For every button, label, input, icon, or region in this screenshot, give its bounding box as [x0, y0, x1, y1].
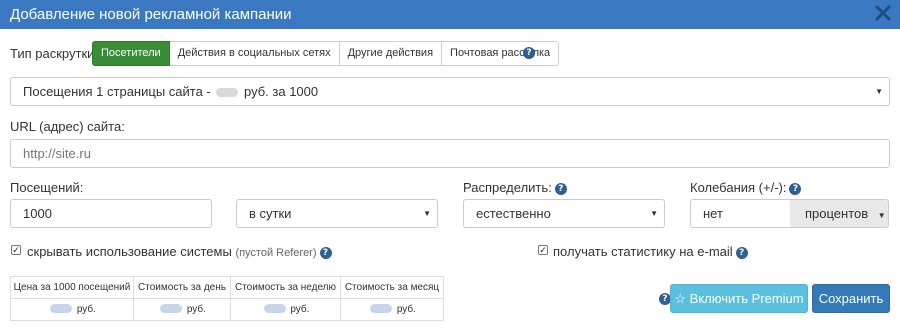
email-stats-checkbox[interactable]: ✓ [538, 245, 548, 255]
price-unit: руб. [186, 304, 206, 315]
fluctuation-input[interactable]: нет [690, 199, 791, 228]
period-value: в сутки [249, 206, 292, 221]
visits-input[interactable]: 1000 [10, 199, 212, 228]
hide-referer-note: (пустой Referer) [235, 247, 317, 259]
question-circle-icon[interactable]: ? [523, 47, 535, 59]
fluctuation-label: Колебания (+/-):? [690, 180, 802, 195]
table-header: Стоимость за день [133, 276, 231, 299]
dialog-title: Добавление новой рекламной кампании [10, 6, 292, 23]
premium-label: Включить Premium [689, 291, 804, 306]
price-per-1000-cell: руб. [10, 298, 134, 321]
question-circle-icon[interactable]: ? [735, 247, 748, 259]
caret-down-icon: ▼ [423, 209, 431, 218]
hide-referer-checkbox[interactable]: ✓ [11, 245, 21, 255]
close-icon[interactable] [874, 3, 892, 23]
visits-label: Посещений: [10, 180, 84, 195]
enable-premium-button[interactable]: ☆ Включить Premium [670, 284, 808, 313]
tab-mailing[interactable]: Почтовая рассылка [442, 41, 560, 66]
fluctuation-unit-dropdown[interactable]: процентов ▼ [790, 199, 889, 228]
redacted-value [160, 304, 183, 313]
dialog-titlebar: Добавление новой рекламной кампании [0, 0, 900, 29]
price-unit: руб. [290, 304, 310, 315]
tariff-select[interactable]: Посещения 1 страницы сайта - руб. за 100… [10, 77, 890, 106]
tariff-prefix: Посещения 1 страницы сайта - [23, 84, 211, 99]
distribute-select[interactable]: естественно ▼ [463, 199, 665, 228]
redacted-value [263, 304, 286, 313]
fluctuation-unit: процентов [805, 206, 869, 221]
redacted-value [50, 304, 73, 313]
url-label: URL (адрес) сайта: [10, 119, 125, 134]
star-outline-icon: ☆ [674, 291, 687, 306]
caret-down-icon: ▼ [875, 87, 883, 96]
caret-down-icon: ▼ [650, 209, 658, 218]
distribute-label-text: Распределить: [463, 180, 552, 195]
tab-other-actions[interactable]: Другие действия [339, 41, 443, 66]
question-circle-icon[interactable]: ? [319, 247, 332, 259]
period-select[interactable]: в сутки ▼ [236, 199, 438, 228]
email-stats-text: получать статистику на e-mail [553, 244, 733, 259]
url-input[interactable]: http://site.ru [10, 139, 890, 168]
price-per-week-cell: руб. [230, 298, 341, 321]
table-header: Цена за 1000 посещений [10, 276, 134, 299]
redacted-price [216, 88, 239, 97]
price-table: Цена за 1000 посещений Стоимость за день… [10, 276, 444, 321]
email-stats-label: получать статистику на e-mail? [553, 244, 748, 259]
price-unit: руб. [76, 304, 96, 315]
redacted-value [370, 304, 393, 313]
distribute-value: естественно [476, 206, 551, 221]
price-per-day-cell: руб. [133, 298, 231, 321]
price-unit: руб. [396, 304, 416, 315]
fluctuation-label-text: Колебания (+/-): [690, 180, 787, 195]
tab-visitors[interactable]: Посетители [92, 41, 170, 66]
tab-social-actions[interactable]: Действия в социальных сетях [169, 41, 340, 66]
table-header: Стоимость за неделю [230, 276, 341, 299]
table-row: руб. руб. руб. руб. [10, 298, 444, 321]
promotion-type-label: Тип раскрутки: [10, 46, 99, 61]
caret-down-icon: ▼ [877, 211, 886, 220]
table-header: Стоимость за месяц [340, 276, 444, 299]
tariff-suffix: руб. за 1000 [244, 84, 319, 99]
question-circle-icon[interactable]: ? [554, 183, 567, 195]
hide-referer-label: скрывать использование системы (пустой R… [27, 244, 332, 259]
price-per-month-cell: руб. [340, 298, 444, 321]
distribute-label: Распределить:? [463, 180, 567, 195]
promotion-type-group: Посетители Действия в социальных сетях Д… [92, 41, 560, 66]
table-header-row: Цена за 1000 посещений Стоимость за день… [10, 276, 444, 299]
save-button[interactable]: Сохранить [812, 284, 890, 313]
hide-referer-text: скрывать использование системы [27, 244, 232, 259]
question-circle-icon[interactable]: ? [789, 183, 802, 195]
